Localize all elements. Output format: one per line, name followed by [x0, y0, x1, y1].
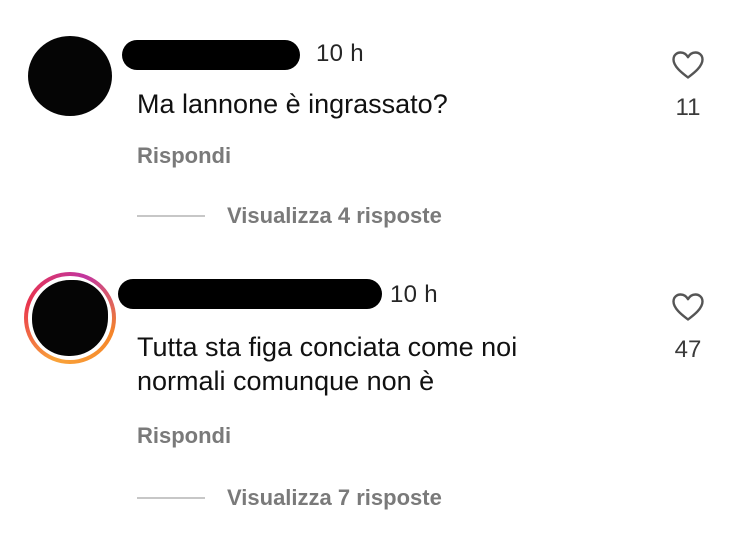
comment-text: Tutta sta figa conciata come noi normali… — [137, 332, 518, 396]
reply-button[interactable]: Rispondi — [137, 143, 231, 169]
username-redacted[interactable] — [118, 279, 382, 309]
divider-line — [137, 215, 205, 217]
comment-text: Ma lannone è ingrassato? — [137, 89, 448, 119]
avatar-redacted[interactable] — [28, 36, 112, 116]
avatar-redacted — [32, 280, 108, 356]
reply-button[interactable]: Rispondi — [137, 423, 231, 449]
heart-outline-icon — [672, 293, 704, 321]
avatar-story-ring[interactable] — [24, 272, 116, 364]
comment-time: 10 h — [390, 281, 438, 308]
username-redacted[interactable] — [122, 40, 300, 70]
view-replies-button[interactable]: Visualizza 4 risposte — [137, 203, 442, 229]
like-button[interactable] — [666, 50, 710, 80]
comments-list: 10 h Ma lannone è ingrassato? Rispondi V… — [0, 0, 750, 550]
avatar-ring-gap — [28, 276, 112, 360]
view-replies-label: Visualizza 4 risposte — [227, 203, 442, 228]
view-replies-label: Visualizza 7 risposte — [227, 485, 442, 510]
divider-line — [137, 497, 205, 499]
view-replies-button[interactable]: Visualizza 7 risposte — [137, 485, 442, 511]
like-count: 47 — [674, 336, 702, 363]
like-button[interactable] — [666, 292, 710, 322]
comment-time: 10 h — [316, 40, 364, 67]
like-count: 11 — [675, 94, 701, 121]
heart-outline-icon — [672, 51, 704, 79]
